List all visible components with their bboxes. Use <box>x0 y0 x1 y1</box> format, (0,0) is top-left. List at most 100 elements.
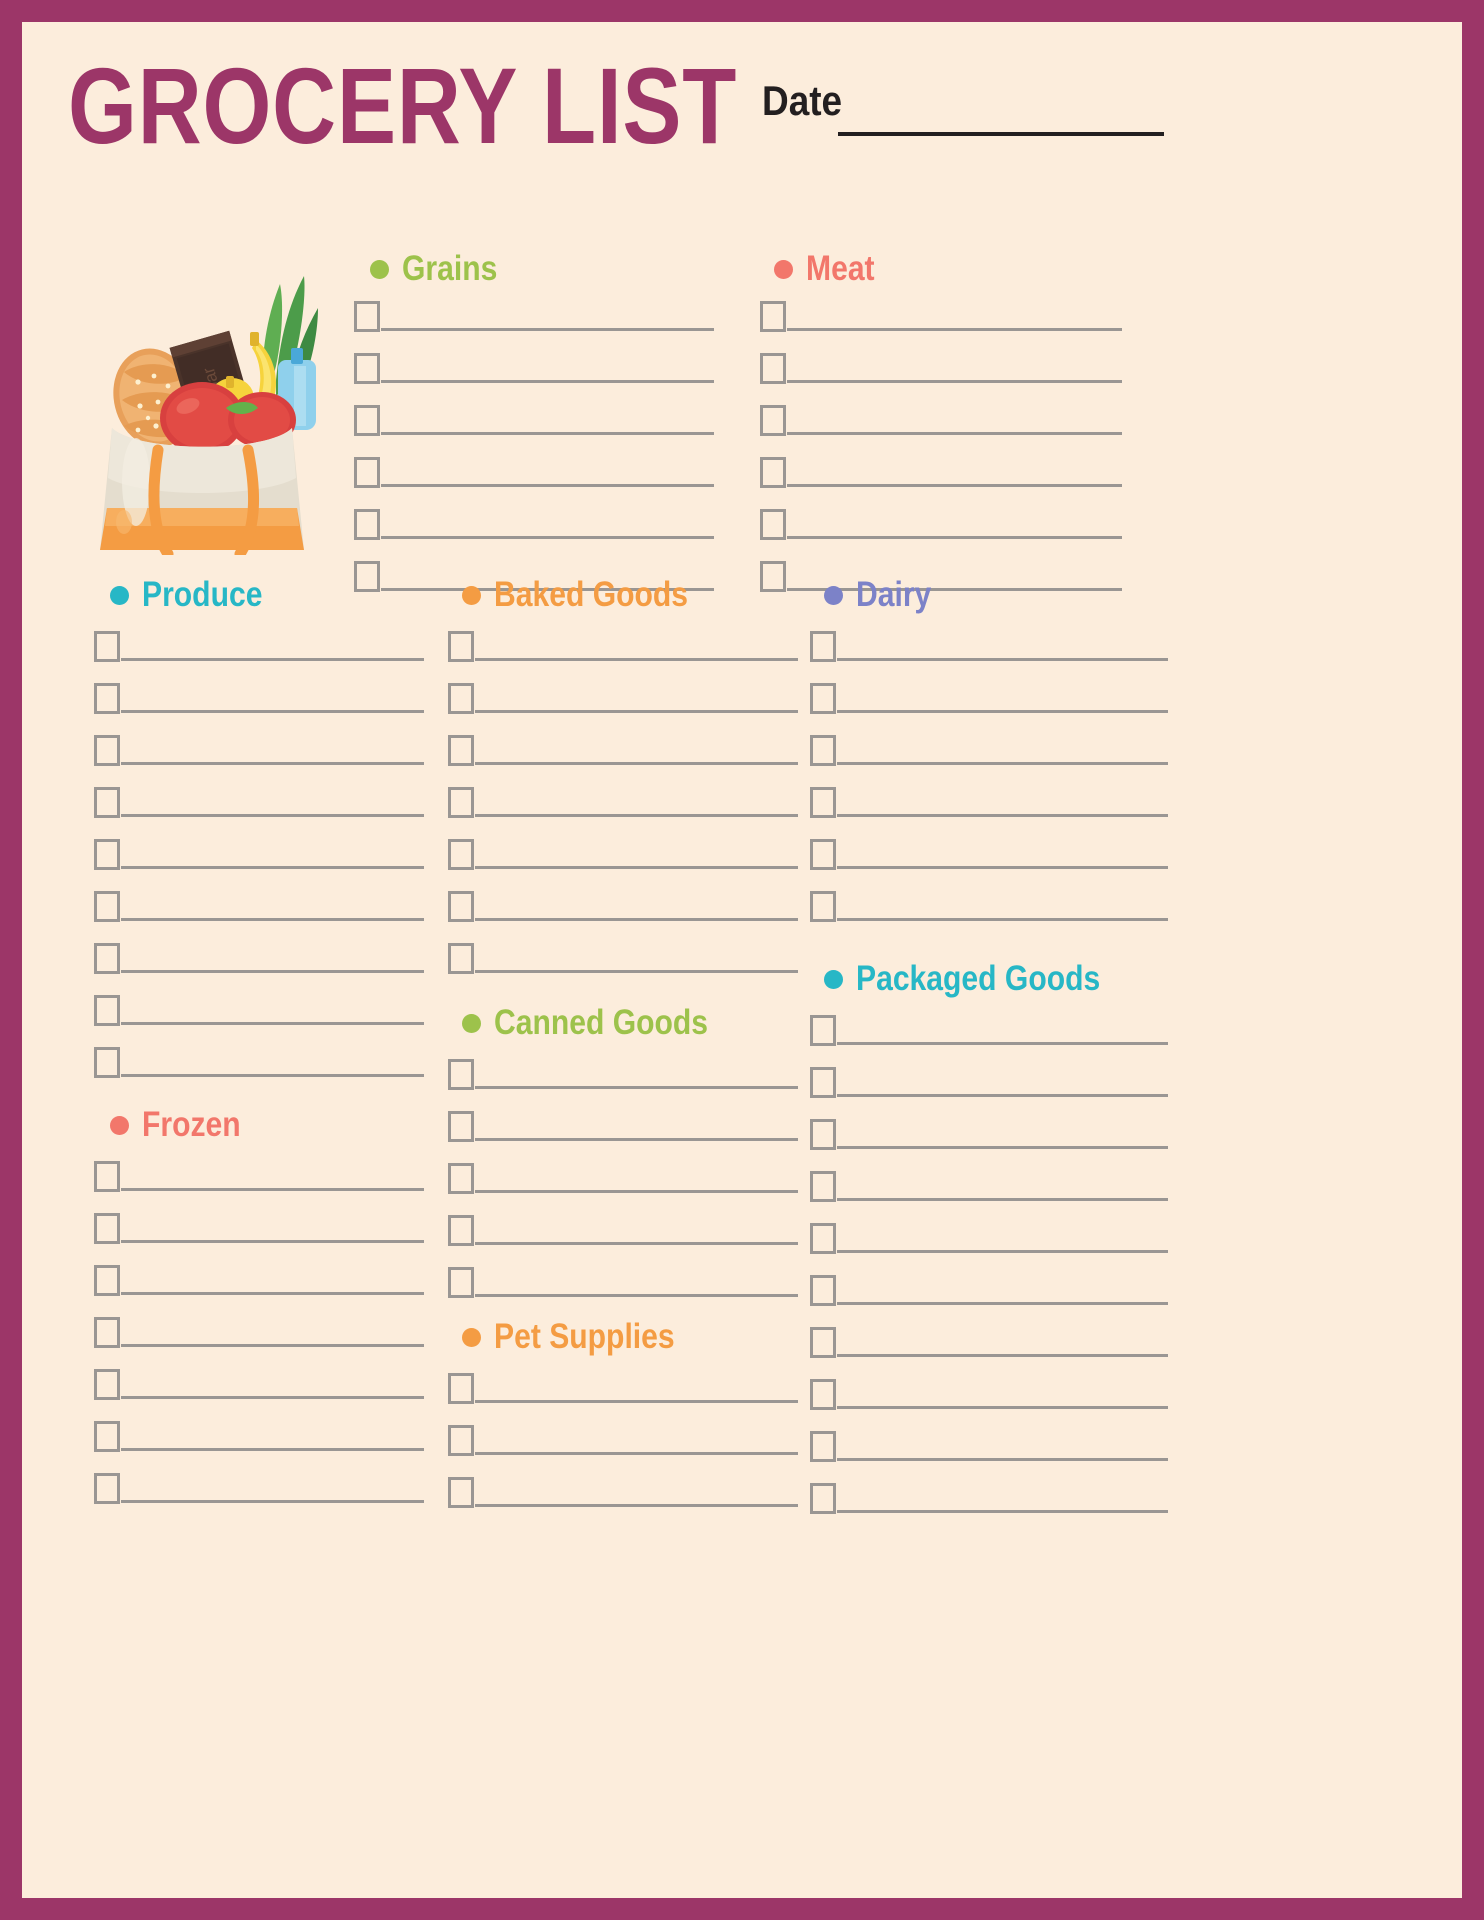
checkbox-row-packaged-goods-6[interactable] <box>810 1254 1168 1306</box>
checkbox[interactable] <box>354 509 380 540</box>
write-in-line[interactable] <box>787 536 1122 539</box>
write-in-line[interactable] <box>837 866 1168 869</box>
checkbox[interactable] <box>448 1111 474 1142</box>
checkbox[interactable] <box>760 457 786 488</box>
write-in-line[interactable] <box>475 710 798 713</box>
checkbox-row-packaged-goods-8[interactable] <box>810 1358 1168 1410</box>
write-in-line[interactable] <box>837 1354 1168 1357</box>
checkbox-row-packaged-goods-9[interactable] <box>810 1410 1168 1462</box>
checkbox[interactable] <box>94 1421 120 1452</box>
checkbox[interactable] <box>810 1171 836 1202</box>
checkbox-row-meat-1[interactable] <box>760 280 1122 332</box>
checkbox-row-packaged-goods-10[interactable] <box>810 1462 1168 1514</box>
checkbox-row-meat-4[interactable] <box>760 436 1122 488</box>
write-in-line[interactable] <box>837 658 1168 661</box>
checkbox-row-produce-6[interactable] <box>94 870 424 922</box>
write-in-line[interactable] <box>787 380 1122 383</box>
write-in-line[interactable] <box>381 328 714 331</box>
checkbox-row-frozen-1[interactable] <box>94 1140 424 1192</box>
checkbox[interactable] <box>448 1373 474 1404</box>
write-in-line[interactable] <box>837 1146 1168 1149</box>
checkbox[interactable] <box>810 787 836 818</box>
write-in-line[interactable] <box>475 1138 798 1141</box>
checkbox[interactable] <box>810 1015 836 1046</box>
checkbox-row-meat-5[interactable] <box>760 488 1122 540</box>
write-in-line[interactable] <box>475 658 798 661</box>
checkbox[interactable] <box>810 1483 836 1514</box>
checkbox-row-dairy-2[interactable] <box>810 662 1168 714</box>
checkbox-row-grains-2[interactable] <box>354 332 714 384</box>
write-in-line[interactable] <box>381 432 714 435</box>
write-in-line[interactable] <box>837 762 1168 765</box>
checkbox[interactable] <box>448 943 474 974</box>
checkbox-row-produce-8[interactable] <box>94 974 424 1026</box>
checkbox[interactable] <box>94 1265 120 1296</box>
checkbox[interactable] <box>94 1317 120 1348</box>
write-in-line[interactable] <box>121 762 424 765</box>
write-in-line[interactable] <box>121 1448 424 1451</box>
checkbox[interactable] <box>760 301 786 332</box>
write-in-line[interactable] <box>121 1240 424 1243</box>
checkbox[interactable] <box>94 1047 120 1078</box>
checkbox[interactable] <box>94 1473 120 1504</box>
checkbox-row-dairy-4[interactable] <box>810 766 1168 818</box>
checkbox[interactable] <box>354 353 380 384</box>
checkbox-row-packaged-goods-4[interactable] <box>810 1150 1168 1202</box>
checkbox[interactable] <box>810 1379 836 1410</box>
checkbox-row-dairy-3[interactable] <box>810 714 1168 766</box>
write-in-line[interactable] <box>121 814 424 817</box>
checkbox-row-produce-3[interactable] <box>94 714 424 766</box>
checkbox-row-packaged-goods-3[interactable] <box>810 1098 1168 1150</box>
checkbox-row-canned-goods-5[interactable] <box>448 1246 798 1298</box>
checkbox-row-pet-supplies-3[interactable] <box>448 1456 798 1508</box>
checkbox-row-baked-goods-7[interactable] <box>448 922 798 974</box>
checkbox-row-packaged-goods-5[interactable] <box>810 1202 1168 1254</box>
write-in-line[interactable] <box>837 1406 1168 1409</box>
checkbox[interactable] <box>94 787 120 818</box>
checkbox[interactable] <box>810 683 836 714</box>
checkbox-row-packaged-goods-7[interactable] <box>810 1306 1168 1358</box>
checkbox[interactable] <box>448 1059 474 1090</box>
write-in-line[interactable] <box>475 1452 798 1455</box>
checkbox[interactable] <box>448 787 474 818</box>
checkbox[interactable] <box>810 735 836 766</box>
write-in-line[interactable] <box>475 970 798 973</box>
checkbox-row-canned-goods-2[interactable] <box>448 1090 798 1142</box>
checkbox[interactable] <box>810 891 836 922</box>
checkbox[interactable] <box>810 1223 836 1254</box>
write-in-line[interactable] <box>121 658 424 661</box>
checkbox[interactable] <box>448 1163 474 1194</box>
write-in-line[interactable] <box>475 1294 798 1297</box>
checkbox-row-pet-supplies-1[interactable] <box>448 1352 798 1404</box>
write-in-line[interactable] <box>121 1396 424 1399</box>
write-in-line[interactable] <box>121 1292 424 1295</box>
checkbox-row-dairy-5[interactable] <box>810 818 1168 870</box>
write-in-line[interactable] <box>475 762 798 765</box>
checkbox-row-produce-7[interactable] <box>94 922 424 974</box>
checkbox-row-pet-supplies-2[interactable] <box>448 1404 798 1456</box>
checkbox-row-frozen-4[interactable] <box>94 1296 424 1348</box>
write-in-line[interactable] <box>837 1510 1168 1513</box>
write-in-line[interactable] <box>121 866 424 869</box>
checkbox-row-produce-2[interactable] <box>94 662 424 714</box>
checkbox-row-meat-2[interactable] <box>760 332 1122 384</box>
checkbox[interactable] <box>354 457 380 488</box>
write-in-line[interactable] <box>475 1086 798 1089</box>
date-field[interactable]: Date <box>762 78 1182 138</box>
write-in-line[interactable] <box>475 1504 798 1507</box>
checkbox-row-frozen-5[interactable] <box>94 1348 424 1400</box>
date-input-line[interactable] <box>838 132 1164 136</box>
checkbox[interactable] <box>448 839 474 870</box>
write-in-line[interactable] <box>121 1500 424 1503</box>
write-in-line[interactable] <box>837 1094 1168 1097</box>
checkbox[interactable] <box>94 683 120 714</box>
checkbox-row-canned-goods-4[interactable] <box>448 1194 798 1246</box>
checkbox-row-produce-1[interactable] <box>94 610 424 662</box>
checkbox-row-dairy-1[interactable] <box>810 610 1168 662</box>
checkbox[interactable] <box>810 1327 836 1358</box>
checkbox-row-packaged-goods-1[interactable] <box>810 994 1168 1046</box>
checkbox[interactable] <box>810 1275 836 1306</box>
write-in-line[interactable] <box>837 710 1168 713</box>
checkbox-row-baked-goods-6[interactable] <box>448 870 798 922</box>
write-in-line[interactable] <box>381 536 714 539</box>
